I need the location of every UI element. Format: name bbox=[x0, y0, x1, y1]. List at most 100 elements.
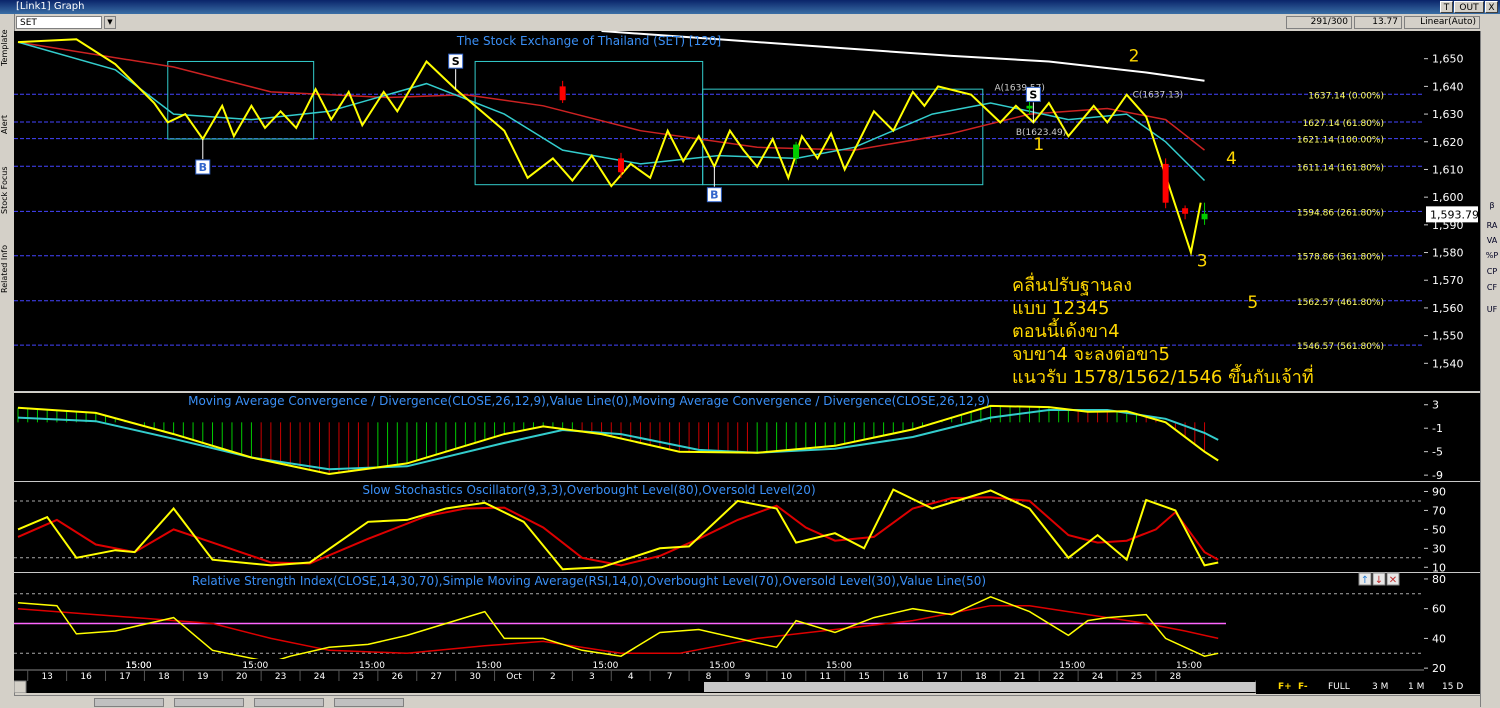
wave-label: 5 bbox=[1247, 293, 1258, 313]
candle-body bbox=[1026, 105, 1033, 109]
x-session-label: 15:00 bbox=[1176, 661, 1202, 671]
candle-body bbox=[618, 158, 624, 173]
signal-label: S bbox=[1029, 88, 1037, 101]
fib-level-label: 1627.14 (61.80%) bbox=[1303, 119, 1384, 129]
status-tab[interactable] bbox=[334, 698, 404, 707]
tab-template[interactable]: Template bbox=[0, 18, 12, 78]
x-date-label: 13 bbox=[41, 672, 52, 682]
x-date-label: 8 bbox=[706, 672, 712, 682]
y-tick-label: 1,640 bbox=[1432, 80, 1464, 93]
tab-alert[interactable]: Alert bbox=[0, 102, 12, 146]
y-tick-label: 1,620 bbox=[1432, 136, 1464, 149]
tool-ra[interactable]: RA bbox=[1484, 221, 1500, 230]
x-date-label: 4 bbox=[628, 672, 634, 682]
y-tick-label: 3 bbox=[1432, 399, 1439, 412]
wave-label: 2 bbox=[1129, 46, 1140, 66]
fib-level-label: 1562.57 (461.80%) bbox=[1297, 298, 1384, 308]
y-tick-label: 40 bbox=[1432, 632, 1446, 645]
y-tick-label: -1 bbox=[1432, 422, 1443, 435]
panel-title: Slow Stochastics Oscillator(9,3,3),Overb… bbox=[362, 483, 815, 497]
y-tick-label: 1,650 bbox=[1432, 53, 1464, 66]
period-3m-button[interactable]: 3 M bbox=[1372, 680, 1388, 694]
status-tab[interactable] bbox=[174, 698, 244, 707]
y-tick-label: 20 bbox=[1432, 662, 1446, 675]
right-toolbar: β RA VA %P CP CF UF bbox=[1480, 31, 1500, 707]
chevron-down-icon[interactable]: ▼ bbox=[104, 16, 116, 29]
zoom-in-button[interactable]: F+ bbox=[1278, 680, 1292, 694]
x-date-label: 17 bbox=[936, 672, 947, 682]
fib-level-label: 1637.14 (0.00%) bbox=[1308, 91, 1384, 101]
window-button-out[interactable]: OUT bbox=[1454, 1, 1484, 13]
panel-title: Relative Strength Index(CLOSE,14,30,70),… bbox=[192, 574, 986, 588]
x-session-label: 15:00 bbox=[242, 661, 268, 671]
y-tick-label: 80 bbox=[1432, 573, 1446, 586]
x-date-label: 25 bbox=[1131, 672, 1142, 682]
tool-percent-p[interactable]: %P bbox=[1484, 251, 1500, 260]
tool-uf[interactable]: UF bbox=[1484, 305, 1500, 314]
stock-chart[interactable]: 1637.14 (0.00%) 1627.14 (61.80%) 1621.14 (… bbox=[14, 31, 1480, 693]
fib-level-label: 1578.86 (361.80%) bbox=[1297, 253, 1384, 263]
close-button[interactable]: X bbox=[1485, 1, 1498, 13]
last-price-label: 1,593.79 bbox=[1430, 208, 1479, 221]
wave-label: 4 bbox=[1226, 149, 1237, 169]
status-tab[interactable] bbox=[254, 698, 324, 707]
period-full-button[interactable]: FULL bbox=[1328, 680, 1350, 694]
status-tab[interactable] bbox=[94, 698, 164, 707]
x-session-label: 15:00 bbox=[592, 661, 618, 671]
period-1m-button[interactable]: 1 M bbox=[1408, 680, 1424, 694]
annotation-text: คลื่นปรับฐานลง bbox=[1012, 272, 1132, 296]
y-tick-label: -5 bbox=[1432, 446, 1443, 459]
tool-cf[interactable]: CF bbox=[1484, 283, 1500, 292]
x-date-label: 17 bbox=[119, 672, 130, 682]
x-date-label: 19 bbox=[197, 672, 209, 682]
fib-level-label: 1594.86 (261.80%) bbox=[1297, 208, 1384, 218]
x-date-label: 27 bbox=[430, 672, 441, 682]
annotation-text: แบบ 12345 bbox=[1012, 298, 1109, 319]
period-bar: F+ F- FULL 3 M 1 M 15 D bbox=[1256, 680, 1480, 694]
scroll-left-button bbox=[14, 680, 27, 693]
cursor-value: 13.77 bbox=[1354, 16, 1402, 29]
signal-label: S bbox=[452, 55, 460, 68]
y-tick-label: 1,560 bbox=[1432, 302, 1464, 315]
tab-stock-focus[interactable]: Stock Focus bbox=[0, 154, 12, 226]
tab-related-info[interactable]: Related Info bbox=[0, 236, 12, 302]
x-date-label: 22 bbox=[1053, 672, 1064, 682]
x-date-label: 16 bbox=[80, 672, 92, 682]
annotation-text: จบขา4 จะลงต่อขา5 bbox=[1012, 344, 1170, 365]
y-tick-label: 1,580 bbox=[1432, 247, 1464, 260]
wave-label: 3 bbox=[1197, 251, 1208, 271]
panel-title: Moving Average Convergence / Divergence(… bbox=[188, 394, 990, 408]
zoom-out-button[interactable]: F- bbox=[1298, 680, 1308, 694]
annotation-text: แนวรับ 1578/1562/1546 ขึ้นกับเจ้าที่ bbox=[1012, 364, 1314, 388]
y-tick-label: 1,600 bbox=[1432, 191, 1464, 204]
y-tick-label: 30 bbox=[1432, 542, 1446, 555]
x-date-label: 11 bbox=[820, 672, 831, 682]
move-down-icon-glyph: ↓ bbox=[1375, 575, 1383, 586]
bar-count: 291/300 bbox=[1286, 16, 1352, 29]
move-up-icon-glyph: ↑ bbox=[1361, 575, 1369, 586]
annotation-text: ตอนนี้เด้งขา4 bbox=[1012, 318, 1120, 342]
x-date-label: 24 bbox=[1092, 672, 1104, 682]
x-date-label: 7 bbox=[667, 672, 673, 682]
tool-va[interactable]: VA bbox=[1484, 236, 1500, 245]
tool-beta[interactable]: β bbox=[1484, 201, 1500, 210]
fib-point-label: C(1637.13) bbox=[1133, 90, 1184, 100]
x-date-label: 18 bbox=[158, 672, 170, 682]
scale-mode[interactable]: Linear(Auto) bbox=[1404, 16, 1480, 29]
fib-level-label: 1611.14 (161.80%) bbox=[1297, 163, 1384, 173]
x-session-label: 15:00 bbox=[1059, 661, 1085, 671]
symbol-input[interactable]: SET bbox=[16, 16, 102, 29]
x-date-label: 2 bbox=[550, 672, 556, 682]
window-titlebar: [Link1] Graph T OUT X bbox=[0, 0, 1500, 14]
y-tick-label: 1,630 bbox=[1432, 108, 1464, 121]
x-date-label: 3 bbox=[589, 672, 595, 682]
candle-body bbox=[1201, 213, 1208, 220]
x-date-label: 30 bbox=[469, 672, 481, 682]
window-button-t[interactable]: T bbox=[1440, 1, 1453, 13]
x-date-label: 24 bbox=[314, 672, 326, 682]
period-15d-button[interactable]: 15 D bbox=[1442, 680, 1463, 694]
tool-cp[interactable]: CP bbox=[1484, 267, 1500, 276]
x-date-label: 15 bbox=[858, 672, 869, 682]
y-tick-label: 1,610 bbox=[1432, 163, 1464, 176]
x-date-label: 21 bbox=[1014, 672, 1025, 682]
